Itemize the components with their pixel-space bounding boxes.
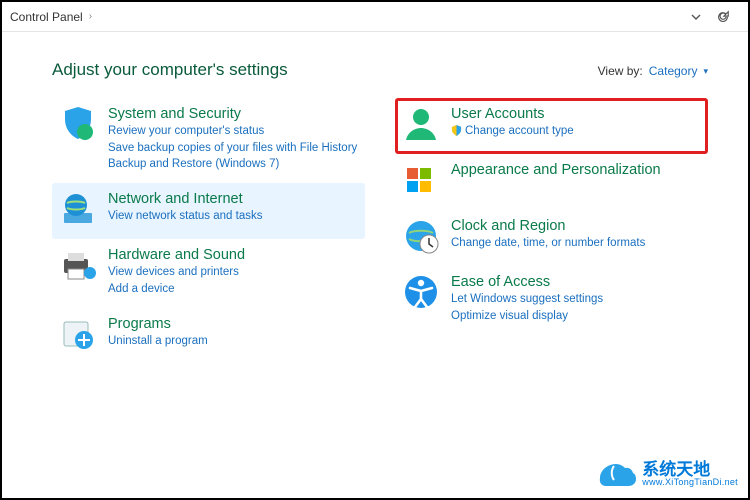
category-title[interactable]: Appearance and Personalization	[451, 161, 661, 179]
category-appearance-and-personalization[interactable]: Appearance and Personalization	[395, 154, 708, 210]
category-column-left: System and Security Review your computer…	[52, 98, 365, 364]
category-title[interactable]: Hardware and Sound	[108, 246, 245, 264]
clock-icon	[401, 216, 441, 256]
view-by-value[interactable]: Category	[649, 64, 698, 78]
category-title[interactable]: Ease of Access	[451, 273, 603, 291]
category-sublink[interactable]: Change account type	[451, 123, 574, 142]
uac-shield-icon	[451, 125, 462, 142]
printer-icon	[58, 245, 98, 285]
watermark-title: 系统天地	[642, 461, 738, 478]
view-by-label: View by:	[598, 64, 643, 78]
category-sublink[interactable]: View network status and tasks	[108, 208, 262, 225]
refresh-icon[interactable]	[716, 10, 730, 24]
category-sublink[interactable]: Backup and Restore (Windows 7)	[108, 156, 357, 173]
caret-down-icon: ▾	[703, 66, 708, 77]
shield-icon	[58, 104, 98, 144]
category-sublink[interactable]: Save backup copies of your files with Fi…	[108, 140, 357, 157]
category-hardware-and-sound[interactable]: Hardware and Sound View devices and prin…	[52, 239, 365, 307]
category-ease-of-access[interactable]: Ease of Access Let Windows suggest setti…	[395, 266, 708, 334]
category-title[interactable]: Clock and Region	[451, 217, 645, 235]
watermark: 系统天地 www.XiTongTianDi.net	[596, 456, 738, 492]
breadcrumb-root[interactable]: Control Panel	[10, 10, 83, 24]
category-network-and-internet[interactable]: Network and Internet View network status…	[52, 183, 365, 239]
category-title[interactable]: Programs	[108, 315, 208, 333]
category-system-and-security[interactable]: System and Security Review your computer…	[52, 98, 365, 183]
category-title[interactable]: System and Security	[108, 105, 357, 123]
breadcrumb[interactable]: Control Panel ›	[10, 10, 92, 24]
category-column-right: User Accounts Change account type	[395, 98, 708, 364]
category-sublink-text: Change account type	[465, 125, 574, 137]
category-sublink[interactable]: Add a device	[108, 281, 245, 298]
category-sublink[interactable]: View devices and printers	[108, 264, 245, 281]
accessibility-icon	[401, 272, 441, 312]
view-by-selector[interactable]: View by: Category ▾	[598, 64, 708, 78]
content-area: Adjust your computer's settings View by:…	[2, 32, 748, 364]
programs-icon	[58, 314, 98, 354]
category-sublink[interactable]: Change date, time, or number formats	[451, 235, 645, 252]
category-sublink[interactable]: Review your computer's status	[108, 123, 357, 140]
chevron-right-icon: ›	[89, 11, 92, 22]
category-title[interactable]: Network and Internet	[108, 190, 262, 208]
category-title[interactable]: User Accounts	[451, 105, 574, 123]
address-bar: Control Panel ›	[2, 2, 748, 32]
category-sublink[interactable]: Let Windows suggest settings	[451, 291, 603, 308]
category-sublink[interactable]: Optimize visual display	[451, 308, 603, 325]
globe-icon	[58, 189, 98, 229]
page-title: Adjust your computer's settings	[52, 60, 288, 80]
user-icon	[401, 104, 441, 144]
chevron-down-icon[interactable]	[690, 11, 702, 23]
category-sublink[interactable]: Uninstall a program	[108, 333, 208, 350]
category-programs[interactable]: Programs Uninstall a program	[52, 308, 365, 364]
appearance-icon	[401, 160, 441, 200]
watermark-url: www.XiTongTianDi.net	[642, 478, 738, 487]
category-clock-and-region[interactable]: Clock and Region Change date, time, or n…	[395, 210, 708, 266]
category-user-accounts[interactable]: User Accounts Change account type	[395, 98, 708, 154]
watermark-logo-icon	[596, 456, 636, 492]
